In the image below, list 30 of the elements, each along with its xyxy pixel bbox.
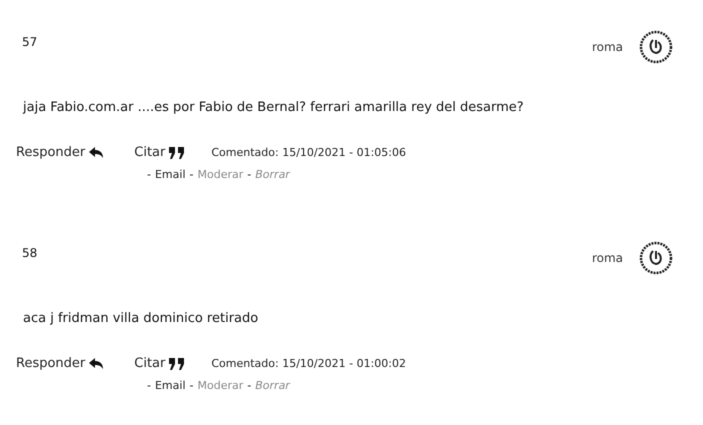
comment-number: 57 — [22, 35, 38, 49]
comment-text: aca j fridman villa dominico retirado — [23, 311, 260, 326]
reply-link[interactable]: Responder — [16, 356, 104, 371]
separator-text: - — [190, 168, 194, 181]
comment-link[interactable]: Borrar — [255, 379, 290, 392]
avatar-icon — [639, 241, 673, 275]
comment-link[interactable]: Moderar — [198, 379, 244, 392]
separator-text: - — [147, 379, 151, 392]
separator-text: - — [247, 379, 252, 392]
separator-text: - — [190, 379, 194, 392]
comment-link[interactable]: Borrar — [255, 168, 290, 181]
username: roma — [592, 251, 623, 265]
reply-arrow-icon — [89, 146, 104, 158]
separator-text: - — [147, 168, 151, 181]
reply-arrow-icon — [89, 358, 104, 370]
comment-date: Comentado: 15/10/2021 - 01:05:06 — [211, 146, 406, 159]
comment-text: jaja Fabio.com.ar ....es por Fabio de Bernal? ferrari amarilla rey del desarme? — [23, 100, 525, 115]
reply-link[interactable]: Responder — [16, 145, 104, 160]
username: roma — [592, 40, 623, 54]
comment-date: Comentado: 15/10/2021 - 01:00:02 — [211, 357, 406, 370]
comment-link[interactable]: Email — [154, 168, 186, 181]
quote-link[interactable]: Citar — [134, 145, 186, 160]
avatar-icon — [639, 30, 673, 64]
comment-link[interactable]: Moderar — [198, 168, 244, 181]
quote-icon — [169, 146, 186, 158]
quote-icon — [169, 358, 186, 370]
comment-link[interactable]: Email — [154, 379, 186, 392]
comment-number: 58 — [22, 246, 38, 260]
quote-link[interactable]: Citar — [134, 356, 186, 371]
separator-text: - — [247, 168, 252, 181]
